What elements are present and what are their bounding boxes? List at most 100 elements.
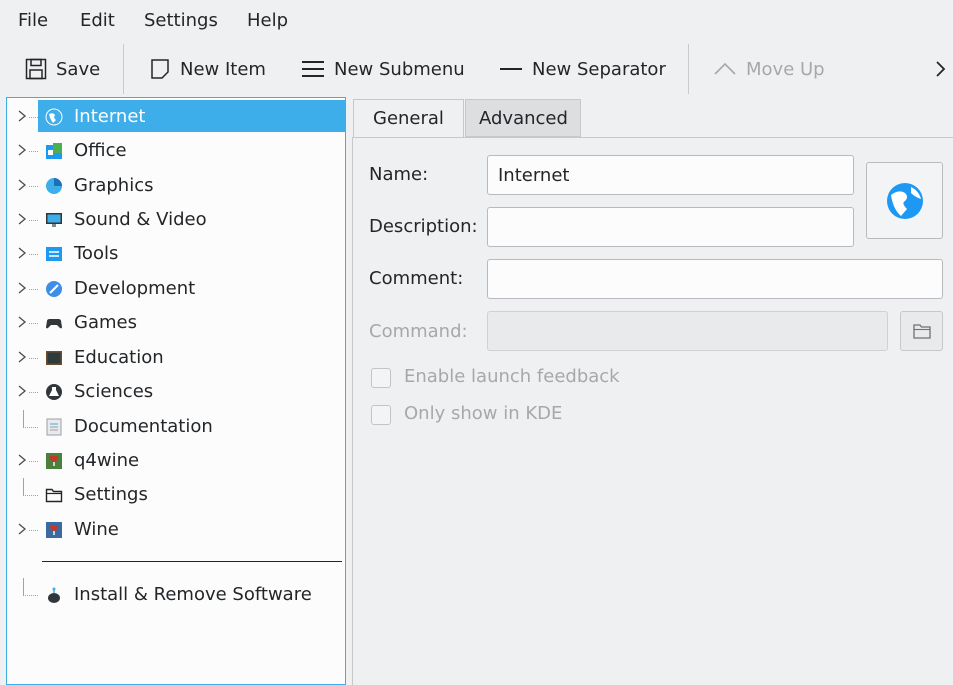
menu-tree[interactable]: Internet Office Graphics Sound & Video T… xyxy=(6,97,346,685)
tree-item-q4wine[interactable]: q4wine xyxy=(7,444,345,478)
menu-edit[interactable]: Edit xyxy=(80,10,115,31)
document-icon xyxy=(46,418,62,436)
tree-item-internet[interactable]: Internet xyxy=(7,100,345,134)
toolbar-separator xyxy=(123,44,124,94)
tree-item-label: Graphics xyxy=(74,175,154,196)
description-label: Description: xyxy=(369,216,478,237)
menu-icon xyxy=(302,61,324,77)
tree-item-games[interactable]: Games xyxy=(7,306,345,340)
launch-feedback-label: Enable launch feedback xyxy=(404,366,620,387)
save-icon xyxy=(25,58,47,80)
tree-item-tools[interactable]: Tools xyxy=(7,237,345,271)
tree-item-label: Education xyxy=(74,347,164,368)
gamepad-icon xyxy=(46,319,62,329)
command-label: Command: xyxy=(369,321,468,342)
folder-icon xyxy=(913,324,931,339)
tab-general[interactable]: General xyxy=(353,99,464,137)
tree-separator xyxy=(42,561,342,562)
tab-advanced-label: Advanced xyxy=(479,108,568,129)
tree-item-development[interactable]: Development xyxy=(7,272,345,306)
tab-advanced[interactable]: Advanced xyxy=(465,99,581,137)
new-separator-label: New Separator xyxy=(532,58,666,80)
tree-item-education[interactable]: Education xyxy=(7,341,345,375)
tree-item-wine[interactable]: Wine xyxy=(7,513,345,547)
name-field[interactable] xyxy=(487,155,854,195)
office-icon xyxy=(46,143,62,159)
only-kde-label: Only show in KDE xyxy=(404,403,563,424)
comment-label: Comment: xyxy=(369,268,464,289)
browse-command-button[interactable] xyxy=(900,311,943,351)
menu-file[interactable]: File xyxy=(18,10,48,31)
tree-item-settings[interactable]: Settings xyxy=(7,478,345,512)
tools-icon xyxy=(46,247,62,261)
wine-icon xyxy=(46,522,62,538)
expand-arrow-icon[interactable] xyxy=(17,108,29,124)
software-bag-icon xyxy=(48,587,60,603)
expand-arrow-icon[interactable] xyxy=(17,142,29,158)
menu-help[interactable]: Help xyxy=(247,10,288,31)
chevron-right-icon xyxy=(936,61,946,77)
tree-item-label: Sciences xyxy=(74,381,154,402)
tree-item-label: q4wine xyxy=(74,450,140,471)
toolbar: Save New Item New Submenu New Separator … xyxy=(0,44,953,96)
tree-item-sciences[interactable]: Sciences xyxy=(7,375,345,409)
tree-item-label: Install & Remove Software xyxy=(74,584,312,605)
tree-item-label: Tools xyxy=(74,243,119,264)
flask-icon xyxy=(46,384,62,400)
launch-feedback-checkbox[interactable] xyxy=(371,368,391,388)
expand-arrow-icon[interactable] xyxy=(17,211,29,227)
tree-item-label: Wine xyxy=(74,519,119,540)
menu-settings[interactable]: Settings xyxy=(144,10,218,31)
tree-item-documentation[interactable]: Documentation xyxy=(7,410,345,444)
expand-arrow-icon[interactable] xyxy=(17,349,29,365)
move-up-button[interactable]: Move Up xyxy=(712,54,825,84)
new-submenu-button[interactable]: New Submenu xyxy=(300,54,465,84)
app-icon-button[interactable] xyxy=(866,162,943,239)
expand-arrow-icon[interactable] xyxy=(17,521,29,537)
separator-icon xyxy=(500,68,522,70)
graphics-icon xyxy=(46,178,62,194)
tree-item-label: Documentation xyxy=(74,416,213,437)
tree-item-install-remove-software[interactable]: Install & Remove Software xyxy=(7,578,345,612)
save-button[interactable]: Save xyxy=(24,54,100,84)
chevron-up-icon xyxy=(714,62,736,75)
expand-arrow-icon[interactable] xyxy=(17,314,29,330)
expand-arrow-icon[interactable] xyxy=(17,280,29,296)
globe-icon xyxy=(887,183,923,219)
save-label: Save xyxy=(56,58,101,80)
expand-arrow-icon[interactable] xyxy=(17,177,29,193)
development-icon xyxy=(46,281,62,297)
new-separator-button[interactable]: New Separator xyxy=(498,54,666,84)
new-item-icon xyxy=(151,59,169,79)
menubar: File Edit Settings Help xyxy=(0,0,953,42)
new-item-button[interactable]: New Item xyxy=(148,54,266,84)
command-field[interactable] xyxy=(487,311,888,351)
description-field[interactable] xyxy=(487,207,854,247)
tree-item-label: Games xyxy=(74,312,137,333)
tab-general-label: General xyxy=(373,108,444,129)
wine-glass-icon xyxy=(46,453,62,469)
tree-item-office[interactable]: Office xyxy=(7,134,345,168)
settings-folder-icon xyxy=(45,488,63,503)
toolbar-overflow-button[interactable] xyxy=(934,54,948,84)
name-label: Name: xyxy=(369,164,429,185)
tree-item-label: Sound & Video xyxy=(74,209,207,230)
chalkboard-icon xyxy=(46,351,62,365)
new-item-label: New Item xyxy=(180,58,266,80)
tree-item-label: Office xyxy=(74,140,127,161)
tree-item-label: Internet xyxy=(74,106,146,127)
tree-item-label: Development xyxy=(74,278,196,299)
expand-arrow-icon[interactable] xyxy=(17,452,29,468)
tree-item-graphics[interactable]: Graphics xyxy=(7,169,345,203)
only-kde-checkbox[interactable] xyxy=(371,405,391,425)
expand-arrow-icon[interactable] xyxy=(17,383,29,399)
new-submenu-label: New Submenu xyxy=(334,58,465,80)
toolbar-separator xyxy=(688,44,689,94)
tree-item-label: Settings xyxy=(74,484,148,505)
globe-icon xyxy=(45,108,63,126)
move-up-label: Move Up xyxy=(746,58,825,80)
tree-item-sound-video[interactable]: Sound & Video xyxy=(7,203,345,237)
comment-field[interactable] xyxy=(487,259,943,299)
monitor-icon xyxy=(46,213,62,227)
expand-arrow-icon[interactable] xyxy=(17,245,29,261)
